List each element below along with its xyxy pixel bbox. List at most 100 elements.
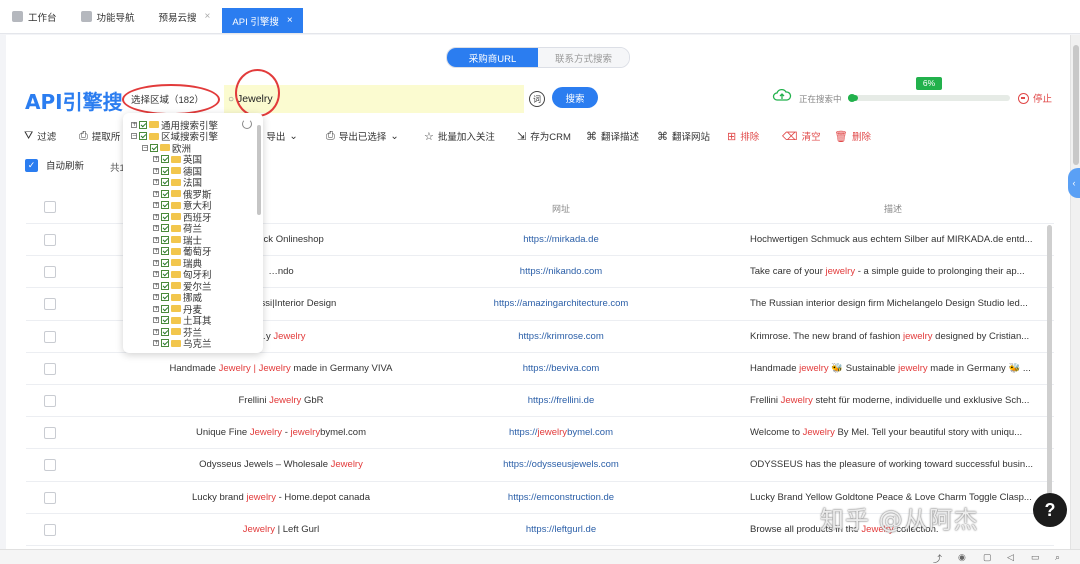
eye-icon[interactable]: ◉ [958,552,966,563]
checkbox-checked-icon[interactable]: ✓ [25,158,38,172]
search-field[interactable]: ○ [224,85,524,113]
cell-url-link[interactable]: https://jewelrybymel.com [456,427,666,438]
tree-checkbox[interactable] [161,189,169,198]
tree-checkbox[interactable] [161,212,169,221]
table-row[interactable]: Frellini Jewelry GbR https://frellini.de F… [26,385,1054,418]
table-scrollbar[interactable] [1047,225,1052,495]
tree-expander[interactable]: + [153,156,159,163]
tree-checkbox[interactable] [161,339,169,348]
search-small-icon[interactable]: ⌕ [1055,552,1060,563]
tree-expander[interactable]: + [153,202,159,209]
close-icon[interactable]: × [205,11,211,22]
cell-url-link[interactable]: https://leftgurl.de [456,524,666,535]
search-input[interactable] [237,93,498,105]
cell-url-link[interactable]: https://emconstruction.de [456,492,666,503]
search-button[interactable]: 搜索 [552,87,598,108]
row-checkbox[interactable] [44,266,56,279]
tree-expander[interactable]: + [153,236,159,243]
tree-checkbox[interactable] [161,293,169,302]
toolbar-button-3[interactable]: ⎙ 导出已选择 ⌄ [326,129,399,144]
region-selector-button[interactable]: 选择区域（182） [125,88,215,109]
row-checkbox[interactable] [44,459,56,472]
tree-checkbox[interactable] [139,120,147,129]
auto-refresh-toggle[interactable]: ✓ 自动刷新 [25,158,84,172]
tree-expander[interactable]: + [131,121,137,128]
tree-node[interactable]: + 乌克兰 [153,338,212,350]
mode-option-0[interactable]: 采购商URL [447,48,538,67]
cell-url-link[interactable]: https://beviva.com [456,363,666,374]
tree-checkbox[interactable] [161,235,169,244]
toolbar-button-7[interactable]: ⌘ 翻译网站 [657,129,710,144]
table-row[interactable]: Handmade Jewelry | Jewelry made in Germa… [26,353,1054,385]
row-checkbox[interactable] [44,298,56,311]
tree-expander[interactable]: + [153,271,159,278]
toolbar-button-0[interactable]: ⛛ 过滤 [24,129,56,144]
tab-1[interactable]: 功能导航 [69,0,147,33]
page-scrollbar[interactable] [1070,35,1080,549]
tree-checkbox[interactable] [161,224,169,233]
row-checkbox[interactable] [44,427,56,440]
cell-url-link[interactable]: https://frellini.de [456,395,666,406]
help-button[interactable]: ? [1033,493,1067,527]
tree-expander[interactable]: + [153,294,159,301]
row-checkbox[interactable] [44,394,56,407]
tree-checkbox[interactable] [161,155,169,164]
tree-checkbox[interactable] [161,166,169,175]
tree-expander[interactable]: + [153,328,159,335]
toolbar-button-10[interactable]: 🗑 删除 [834,129,871,144]
close-icon[interactable]: × [287,15,293,26]
table-row[interactable]: Odysseus Jewels – Wholesale Jewelry https… [26,449,1054,482]
tree-expander[interactable]: + [153,167,159,174]
stop-button[interactable]: 停止 [1018,91,1052,105]
row-checkbox[interactable] [44,523,56,536]
cell-url-link[interactable]: https://mirkada.de [456,234,666,245]
tree-checkbox[interactable] [161,304,169,313]
tree-checkbox[interactable] [139,132,147,141]
tree-checkbox[interactable] [161,270,169,279]
toolbar-button-9[interactable]: ⌫ 清空 [782,129,821,144]
select-all-checkbox[interactable] [44,201,56,213]
tree-expander[interactable]: + [153,190,159,197]
tree-expander[interactable]: + [153,248,159,255]
word-list-button[interactable]: 词 [529,91,545,107]
tree-expander[interactable]: + [153,340,159,347]
tree-expander[interactable]: − [131,133,137,140]
tree-expander[interactable]: + [153,259,159,266]
row-checkbox[interactable] [44,491,56,504]
tab-3[interactable]: API 引擎搜 × [222,8,303,33]
tree-expander[interactable]: + [153,225,159,232]
toolbar-button-5[interactable]: ⇲ 存为CRM [517,129,571,144]
tree-expander[interactable]: + [153,317,159,324]
toolbar-button-8[interactable]: ⊞ 排除 [727,129,759,144]
row-checkbox[interactable] [44,234,56,246]
tree-checkbox[interactable] [161,247,169,256]
tab-2[interactable]: 预易云搜 × [147,0,223,33]
tree-expander[interactable]: + [153,179,159,186]
tree-expander[interactable]: + [153,213,159,220]
tab-0[interactable]: 工作台 [0,0,69,33]
tree-expander[interactable]: − [142,144,148,151]
mode-option-1[interactable]: 联系方式搜索 [538,48,629,67]
refresh-icon[interactable] [242,119,252,129]
side-expand-tab[interactable]: ‹ [1068,168,1080,198]
table-row[interactable]: Unique Fine Jewelry - jewelrybymel.com ht… [26,417,1054,450]
toolbar-button-4[interactable]: ☆ 批量加入关注 [424,129,495,144]
cell-url-link[interactable]: https://odysseusjewels.com [456,459,666,470]
row-checkbox[interactable] [44,330,56,343]
volume-icon[interactable]: ◁ [1007,552,1014,563]
tree-checkbox[interactable] [161,178,169,187]
window-icon[interactable]: ▭ [1031,552,1040,563]
toolbar-button-6[interactable]: ⌘ 翻译描述 [586,129,639,144]
tree-checkbox[interactable] [161,316,169,325]
tree-expander[interactable]: + [153,305,159,312]
tree-checkbox[interactable] [161,281,169,290]
share-icon[interactable]: ⤴ [933,552,942,564]
tree-checkbox[interactable] [161,201,169,210]
row-checkbox[interactable] [44,362,56,375]
tree-checkbox[interactable] [150,143,158,152]
tree-checkbox[interactable] [161,258,169,267]
toolbar-button-1[interactable]: ⎙ 提取所 [79,129,120,144]
cell-url-link[interactable]: https://krimrose.com [456,331,666,342]
trash-small-icon[interactable]: ▢ [983,552,992,563]
cell-url-link[interactable]: https://amazingarchitecture.com [456,298,666,309]
